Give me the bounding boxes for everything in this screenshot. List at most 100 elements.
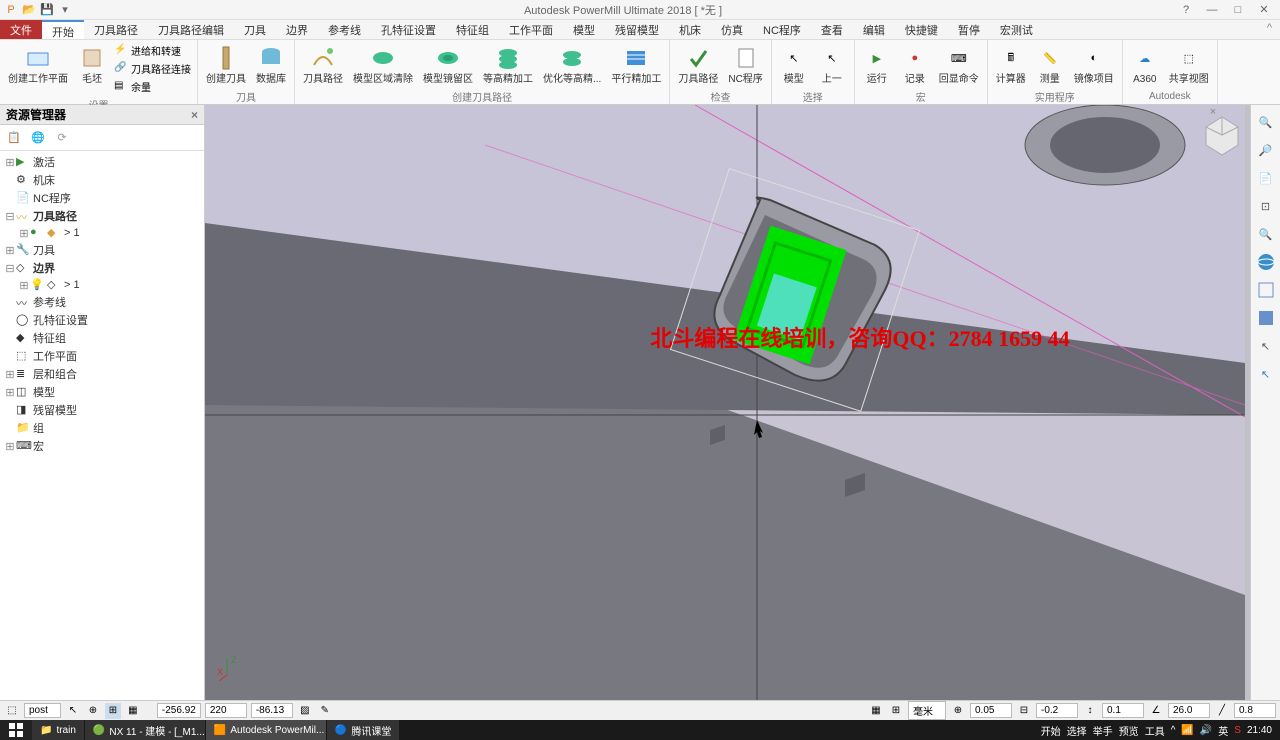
tab-hole[interactable]: 孔特征设置 <box>371 20 446 39</box>
status-z[interactable]: -86.13 <box>251 703 293 718</box>
zoom-icon[interactable]: 🔍 <box>1255 111 1277 133</box>
status-v2[interactable]: -0.2 <box>1036 703 1078 718</box>
status-v4[interactable]: 26.0 <box>1168 703 1210 718</box>
tree-item-refline[interactable]: 〰参考线 <box>0 293 204 311</box>
thickness-button[interactable]: ▤余量 <box>112 78 193 95</box>
status-tool1-icon[interactable]: ↖ <box>65 703 81 719</box>
tab-model[interactable]: 模型 <box>563 20 605 39</box>
status-v3[interactable]: 0.1 <box>1102 703 1144 718</box>
tray-s-icon[interactable]: S <box>1234 725 1241 736</box>
status-angle-icon[interactable]: ∠ <box>1148 703 1164 719</box>
tab-view[interactable]: 查看 <box>811 20 853 39</box>
viewport[interactable]: ZX 北斗编程在线培训，咨询QQ：2784 1659 44 × <box>205 105 1250 700</box>
check-toolpath-button[interactable]: 刀具路径 <box>674 42 722 87</box>
status-post-combo[interactable]: post <box>24 703 61 718</box>
tab-boundary[interactable]: 边界 <box>276 20 318 39</box>
explorer-refresh-icon[interactable]: ⟳ <box>52 128 72 148</box>
status-depth-icon[interactable]: ↕ <box>1082 703 1098 719</box>
viewcube[interactable] <box>1200 113 1244 157</box>
tree-item-layers[interactable]: ⊞≣层和组合 <box>0 365 204 383</box>
tree-item-hole[interactable]: ◯孔特征设置 <box>0 311 204 329</box>
cursor-default-icon[interactable]: ↖ <box>1255 335 1277 357</box>
tab-toolpath-edit[interactable]: 刀具路径编辑 <box>148 20 234 39</box>
status-v1[interactable]: 0.05 <box>970 703 1012 718</box>
mirror-button[interactable]: ◐镜像项目 <box>1070 42 1118 87</box>
tray-ime-icon[interactable]: 英 <box>1218 723 1228 738</box>
start-button[interactable] <box>0 720 32 740</box>
tab-toolpath[interactable]: 刀具路径 <box>84 20 148 39</box>
tree-item-boundary[interactable]: ⊟◇边界 <box>0 259 204 277</box>
tray-net-icon[interactable]: 📶 <box>1181 725 1193 736</box>
tree-item-stockmodel[interactable]: ◨残留模型 <box>0 401 204 419</box>
tab-pause[interactable]: 暂停 <box>948 20 990 39</box>
task-explorer[interactable]: 📁train <box>32 720 84 740</box>
status-tool2-icon[interactable]: ⊕ <box>85 703 101 719</box>
a360-button[interactable]: ☁A360 <box>1127 42 1163 87</box>
task-powermill[interactable]: 🟧Autodesk PowerMil... <box>206 720 326 740</box>
status-step-icon[interactable]: ⊟ <box>1016 703 1032 719</box>
explorer-globe-icon[interactable]: 🌐 <box>28 128 48 148</box>
zoom-page-icon[interactable]: 📄 <box>1255 167 1277 189</box>
status-x[interactable]: -256.92 <box>157 703 201 718</box>
create-tool-button[interactable]: 创建刀具 <box>202 42 250 87</box>
tab-featureset[interactable]: 特征组 <box>446 20 499 39</box>
calculator-button[interactable]: 🖩计算器 <box>992 42 1030 87</box>
help-icon[interactable]: ? <box>1174 1 1198 19</box>
tab-machine[interactable]: 机床 <box>669 20 711 39</box>
toolpath-connect-button[interactable]: 🔗刀具路径连接 <box>112 60 193 77</box>
tree-item-toolpath[interactable]: ⊟〰刀具路径 <box>0 207 204 225</box>
tab-workplane[interactable]: 工作平面 <box>499 20 563 39</box>
status-snap1-icon[interactable]: ▦ <box>868 703 884 719</box>
macro-echo-button[interactable]: ⌨回显命令 <box>935 42 983 87</box>
tray-time[interactable]: 21:40 <box>1247 725 1272 736</box>
tab-nc[interactable]: NC程序 <box>753 20 811 39</box>
tab-tool[interactable]: 刀具 <box>234 20 276 39</box>
block-view-icon[interactable] <box>1255 307 1277 329</box>
zoom-fit-icon[interactable]: ⊡ <box>1255 195 1277 217</box>
tree-item-workplane[interactable]: ⬚工作平面 <box>0 347 204 365</box>
status-workplane-icon[interactable]: ⬚ <box>4 703 20 719</box>
create-workplane-button[interactable]: 创建工作平面 <box>4 42 72 87</box>
opt-constz-button[interactable]: 优化等高精... <box>539 42 605 87</box>
tray-label-3[interactable]: 预览 <box>1119 723 1139 738</box>
wireframe-icon[interactable] <box>1255 279 1277 301</box>
tab-file[interactable]: 文件 <box>0 20 42 39</box>
status-v5[interactable]: 0.8 <box>1234 703 1276 718</box>
toolpath-button[interactable]: 刀具路径 <box>299 42 347 87</box>
tab-macrotest[interactable]: 宏测试 <box>990 20 1043 39</box>
tree-item-tool[interactable]: ⊞🔧刀具 <box>0 241 204 259</box>
shade-globe-icon[interactable] <box>1255 251 1277 273</box>
status-y[interactable]: 220 <box>205 703 247 718</box>
tree-item-nc[interactable]: 📄NC程序 <box>0 189 204 207</box>
macro-run-button[interactable]: ▶运行 <box>859 42 895 87</box>
block-button[interactable]: 毛坯 <box>74 42 110 87</box>
maximize-icon[interactable]: □ <box>1226 1 1250 19</box>
save-icon[interactable]: 💾 <box>40 3 54 17</box>
model-area-clear-button[interactable]: 模型区域清除 <box>349 42 417 87</box>
status-pitch-icon[interactable]: ╱ <box>1214 703 1230 719</box>
status-lock-icon[interactable]: ▨ <box>297 703 313 719</box>
status-tool3-icon[interactable]: ⊞ <box>105 703 121 719</box>
task-tencent[interactable]: 🔵腾讯课堂 <box>327 720 399 740</box>
select-prev-button[interactable]: ↖上一 <box>814 42 850 87</box>
measure-button[interactable]: 📏测量 <box>1032 42 1068 87</box>
open-icon[interactable]: 📂 <box>22 3 36 17</box>
tab-shortcut[interactable]: 快捷键 <box>895 20 948 39</box>
tree-item-group[interactable]: 📁组 <box>0 419 204 437</box>
tray-label-4[interactable]: 工具 <box>1145 723 1165 738</box>
tree-item-boundary-1[interactable]: ⊞💡◇> 1 <box>0 277 204 293</box>
tab-refline[interactable]: 参考线 <box>318 20 371 39</box>
tray-label-1[interactable]: 选择 <box>1067 723 1087 738</box>
select-model-button[interactable]: ↖模型 <box>776 42 812 87</box>
status-edit-icon[interactable]: ✎ <box>317 703 333 719</box>
check-nc-button[interactable]: NC程序 <box>724 42 766 87</box>
tree-item-active[interactable]: ⊞▶激活 <box>0 153 204 171</box>
tab-sim[interactable]: 仿真 <box>711 20 753 39</box>
task-nx[interactable]: 🟢NX 11 - 建模 - [_M1... <box>85 720 205 740</box>
tab-edit[interactable]: 编辑 <box>853 20 895 39</box>
tab-stockmodel[interactable]: 残留模型 <box>605 20 669 39</box>
macro-record-button[interactable]: ●记录 <box>897 42 933 87</box>
tree-item-macro[interactable]: ⊞⌨宏 <box>0 437 204 455</box>
status-grid-icon[interactable]: ▦ <box>125 703 141 719</box>
minimize-icon[interactable]: — <box>1200 1 1224 19</box>
